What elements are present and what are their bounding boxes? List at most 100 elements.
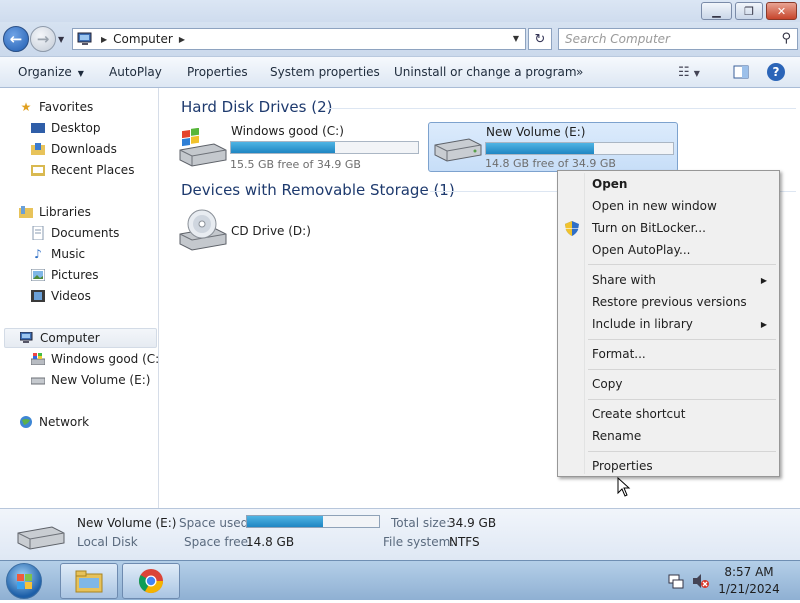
details-pane: New Volume (E:) Local Disk Space used: S…	[0, 508, 800, 560]
breadcrumb-separator-icon[interactable]: ▶	[101, 35, 107, 44]
system-properties-button[interactable]: System properties	[270, 65, 380, 79]
menu-item-label: Format...	[592, 347, 646, 361]
details-filesystem-label: File system:	[383, 535, 455, 549]
breadcrumb-computer[interactable]: Computer	[113, 32, 173, 46]
navigation-pane: ★ Favorites Desktop Downloads Recent Pla…	[0, 88, 164, 508]
menu-separator	[588, 339, 776, 340]
breadcrumb-chevron-icon[interactable]: ▶	[179, 35, 185, 44]
nav-drive-c[interactable]: Windows good (C:)	[30, 349, 164, 369]
details-total-size-label: Total size:	[391, 516, 451, 530]
menu-separator	[588, 399, 776, 400]
nav-pictures[interactable]: Pictures	[30, 265, 99, 285]
menu-separator	[588, 369, 776, 370]
taskbar-explorer-button[interactable]	[60, 563, 118, 599]
menu-item-label: Include in library	[592, 317, 693, 331]
search-icon[interactable]: ⚲	[781, 31, 791, 46]
menu-item-open-new-window[interactable]: Open in new window	[560, 195, 777, 217]
nav-libraries[interactable]: Libraries	[18, 202, 91, 222]
volume-muted-icon[interactable]	[692, 573, 710, 589]
minimize-button[interactable]: ▁	[701, 2, 732, 20]
computer-icon	[77, 32, 92, 45]
nav-documents[interactable]: Documents	[30, 223, 119, 243]
nav-videos[interactable]: Videos	[30, 286, 91, 306]
change-view-icon[interactable]: ☷ ▼	[678, 65, 700, 80]
nav-network[interactable]: Network	[18, 412, 89, 432]
refresh-icon: ↻	[534, 31, 546, 47]
help-icon[interactable]: ?	[767, 63, 785, 81]
address-bar[interactable]: ▶ Computer ▶ ▼	[72, 28, 526, 50]
preview-pane-icon[interactable]	[733, 65, 749, 83]
restore-button[interactable]: ❐	[735, 2, 763, 20]
details-usage-bar	[246, 515, 380, 528]
command-bar: Organize ▼ AutoPlay Properties System pro…	[0, 56, 800, 88]
nav-computer[interactable]: Computer	[4, 328, 157, 348]
forward-button[interactable]: →	[30, 26, 56, 52]
menu-item-format[interactable]: Format...	[560, 343, 777, 365]
details-usage-fill	[247, 516, 324, 527]
menu-item-properties[interactable]: Properties	[560, 455, 777, 477]
menu-item-open[interactable]: Open	[560, 173, 777, 195]
details-space-free-label: Space free:	[184, 535, 253, 549]
start-button[interactable]	[6, 563, 42, 599]
back-button[interactable]: ←	[3, 26, 29, 52]
submenu-arrow-icon: ▶	[760, 275, 767, 285]
organize-button[interactable]: Organize ▼	[18, 65, 84, 79]
star-icon: ★	[20, 100, 32, 114]
drive-d-tile[interactable]: CD Drive (D:)	[174, 204, 374, 256]
nav-recent-places-label: Recent Places	[51, 163, 135, 177]
menu-item-open-autoplay[interactable]: Open AutoPlay...	[560, 239, 777, 261]
menu-item-restore-previous[interactable]: Restore previous versions	[560, 291, 777, 313]
nav-drive-e[interactable]: New Volume (E:)	[30, 370, 150, 390]
hard-drive-icon	[30, 373, 46, 387]
menu-item-bitlocker[interactable]: Turn on BitLocker...	[560, 217, 777, 239]
title-bar: ▁ ❐ ✕	[0, 0, 800, 22]
nav-downloads[interactable]: Downloads	[30, 139, 117, 159]
desktop-icon	[30, 121, 46, 135]
libraries-icon	[18, 205, 34, 219]
menu-item-create-shortcut[interactable]: Create shortcut	[560, 403, 777, 425]
menu-item-label: Open AutoPlay...	[592, 243, 691, 257]
drive-c-usage-fill	[231, 142, 335, 153]
details-filesystem: NTFS	[449, 535, 480, 549]
drive-d-name: CD Drive (D:)	[231, 224, 311, 238]
nav-desktop[interactable]: Desktop	[30, 118, 101, 138]
menu-item-copy[interactable]: Copy	[560, 373, 777, 395]
uninstall-program-button[interactable]: Uninstall or change a program	[394, 65, 577, 79]
computer-icon	[19, 331, 35, 345]
nav-music[interactable]: ♪ Music	[30, 244, 85, 264]
search-input[interactable]	[565, 29, 775, 49]
properties-button[interactable]: Properties	[187, 65, 248, 79]
clock[interactable]: 8:57 AM 1/21/2024	[718, 565, 780, 596]
nav-favorites[interactable]: ★ Favorites	[18, 97, 94, 117]
menu-item-include-library[interactable]: Include in library ▶	[560, 313, 777, 335]
drive-e-tile[interactable]: New Volume (E:) 14.8 GB free of 34.9 GB	[428, 122, 678, 172]
nav-documents-label: Documents	[51, 226, 120, 240]
drive-c-tile[interactable]: Windows good (C:) 15.5 GB free of 34.9 G…	[174, 122, 426, 172]
recent-places-icon	[30, 163, 46, 177]
nav-recent-places[interactable]: Recent Places	[30, 160, 134, 180]
more-commands-button[interactable]: »	[576, 65, 583, 79]
search-box[interactable]: ⚲	[558, 28, 798, 50]
submenu-arrow-icon: ▶	[760, 319, 767, 329]
menu-item-label: Copy	[592, 377, 623, 391]
taskbar-chrome-button[interactable]	[122, 563, 180, 599]
menu-item-label: Create shortcut	[592, 407, 686, 421]
nav-desktop-label: Desktop	[51, 121, 101, 135]
mouse-cursor-icon	[617, 477, 631, 497]
drive-e-usage-fill	[486, 143, 594, 154]
refresh-button[interactable]: ↻	[528, 28, 552, 50]
menu-item-share-with[interactable]: Share with ▶	[560, 269, 777, 291]
close-button[interactable]: ✕	[766, 2, 797, 20]
address-dropdown-icon[interactable]: ▼	[513, 34, 519, 43]
nav-downloads-label: Downloads	[51, 142, 117, 156]
windows-drive-icon	[30, 352, 46, 366]
group-header-removable[interactable]: Devices with Removable Storage (1)	[181, 181, 455, 199]
menu-item-rename[interactable]: Rename	[560, 425, 777, 447]
menu-item-label: Restore previous versions	[592, 295, 747, 309]
chrome-icon	[138, 569, 163, 594]
nav-libraries-label: Libraries	[39, 205, 91, 219]
network-tray-icon[interactable]	[668, 573, 684, 589]
group-header-hdd[interactable]: Hard Disk Drives (2)	[181, 98, 332, 116]
autoplay-button[interactable]: AutoPlay	[109, 65, 162, 79]
recent-pages-dropdown[interactable]: ▼	[58, 35, 64, 44]
